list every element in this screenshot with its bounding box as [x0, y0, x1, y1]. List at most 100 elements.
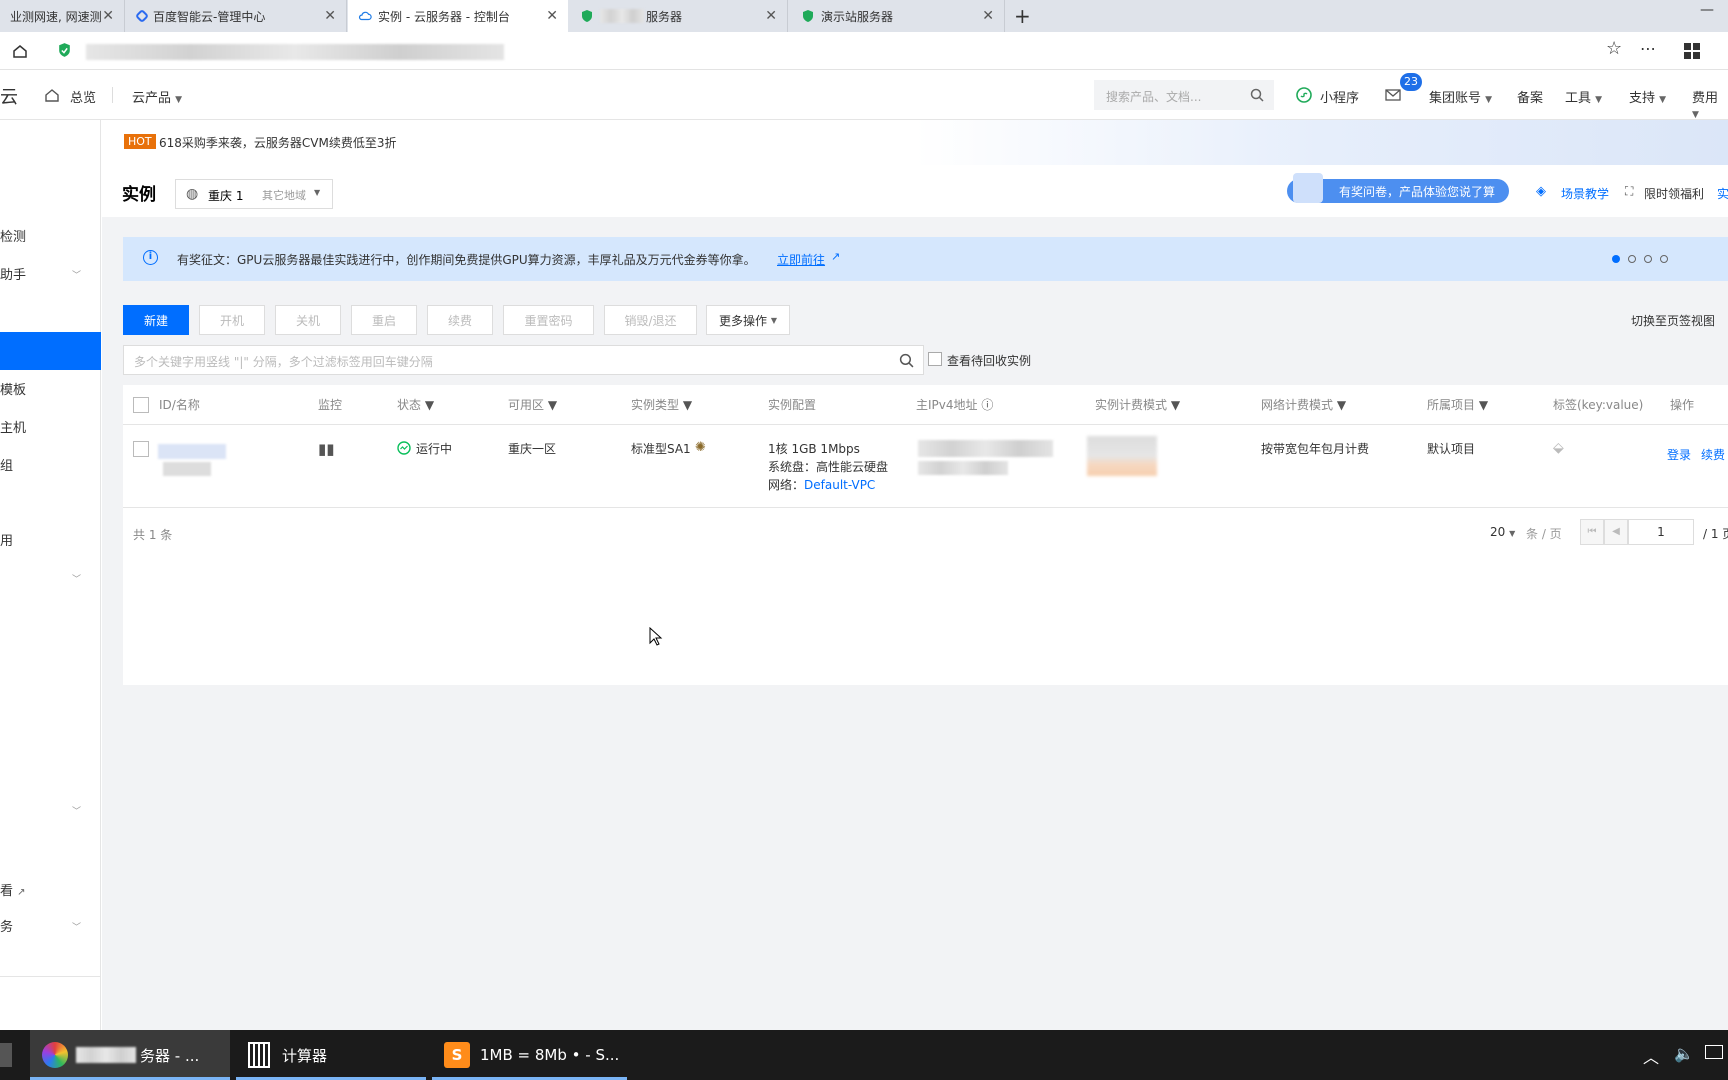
url-field[interactable]: [86, 44, 504, 60]
sidebar-item[interactable]: 模板: [0, 379, 26, 398]
sidebar-item[interactable]: 助手: [0, 264, 26, 283]
close-icon[interactable]: ✕: [324, 8, 336, 24]
chevron-down-icon[interactable]: ﹀: [72, 920, 81, 933]
column-header[interactable]: 所属项目 ▼: [1427, 396, 1488, 413]
sidebar-item[interactable]: 检测: [0, 226, 26, 245]
mail-icon[interactable]: [1385, 89, 1401, 101]
nav-billing[interactable]: 费用 ▼: [1692, 87, 1728, 121]
column-header[interactable]: 状态 ▼: [397, 396, 434, 413]
carousel-dot[interactable]: [1628, 255, 1636, 263]
shutdown-button[interactable]: 关机: [275, 305, 341, 335]
sidebar-item[interactable]: 主机: [0, 417, 26, 436]
carousel-dot-active[interactable]: [1612, 255, 1620, 263]
chevron-down-icon[interactable]: ﹀: [72, 804, 81, 817]
destroy-button[interactable]: 销毁/退还: [604, 305, 697, 335]
nav-cloud-products[interactable]: 云产品 ▼: [132, 87, 182, 106]
carousel-dot[interactable]: [1660, 255, 1668, 263]
home-icon[interactable]: [12, 43, 28, 59]
scene-teaching-link[interactable]: 场景教学: [1561, 185, 1609, 202]
browser-tab-active[interactable]: 实例 - 云服务器 - 控制台 ✕: [348, 0, 568, 32]
renew-link[interactable]: 续费: [1701, 446, 1725, 463]
sidebar-item[interactable]: 用: [0, 530, 13, 549]
shield-icon[interactable]: [57, 42, 72, 59]
new-instance-button[interactable]: 新建: [123, 305, 189, 335]
search-icon[interactable]: [1250, 88, 1264, 102]
chevron-down-icon[interactable]: ﹀: [72, 572, 81, 585]
column-header[interactable]: 实例类型 ▼: [631, 396, 692, 413]
brand-logo[interactable]: 云: [0, 83, 18, 109]
notice-link[interactable]: 立即前往: [777, 251, 825, 268]
search-input[interactable]: 搜索产品、文档...: [1094, 80, 1274, 110]
close-icon[interactable]: ✕: [102, 8, 114, 24]
sidebar-item[interactable]: 务: [0, 916, 13, 935]
column-header[interactable]: 网络计费模式 ▼: [1261, 396, 1346, 413]
network-icon[interactable]: [1705, 1045, 1723, 1059]
column-header[interactable]: ID/名称: [159, 396, 200, 413]
restart-button[interactable]: 重启: [351, 305, 417, 335]
reset-password-button[interactable]: 重置密码: [503, 305, 594, 335]
close-icon[interactable]: ✕: [546, 8, 558, 24]
browser-tab[interactable]: 百度智能云-管理中心 ✕: [125, 0, 347, 32]
first-page-button[interactable]: ⏮: [1580, 519, 1604, 545]
sidebar-item[interactable]: 组: [0, 455, 13, 474]
browser-tab[interactable]: 业测网速, 网速测 ✕: [0, 0, 125, 32]
more-actions-button[interactable]: 更多操作 ▼: [706, 305, 790, 335]
filter-input[interactable]: 多个关键字用竖线 "|" 分隔，多个过滤标签用回车键分隔: [123, 345, 924, 375]
chevron-down-icon[interactable]: ﹀: [72, 268, 81, 281]
page-size-select[interactable]: 20 ▼: [1490, 525, 1515, 539]
chevron-up-icon[interactable]: ︿: [1643, 1044, 1659, 1068]
taskbar-app-browser[interactable]: 务器 - ...: [30, 1030, 230, 1080]
nav-mini-program[interactable]: 小程序: [1320, 87, 1359, 106]
column-header[interactable]: 实例计费模式 ▼: [1095, 396, 1180, 413]
filter-icon[interactable]: ▼: [548, 398, 557, 412]
start-button[interactable]: [0, 1043, 12, 1067]
more-icon[interactable]: ⋯: [1640, 39, 1656, 58]
region-selector[interactable]: ◍ 重庆 1 其它地域 ▼: [175, 179, 333, 209]
nav-overview[interactable]: 总览: [70, 87, 96, 106]
vpc-link[interactable]: Default-VPC: [804, 478, 875, 492]
promo-text[interactable]: 618采购季来袭，云服务器CVM续费低至3折: [159, 134, 396, 151]
instance-id-link[interactable]: [158, 444, 226, 459]
prev-page-button[interactable]: ◀: [1604, 519, 1628, 545]
switch-tab-view-link[interactable]: 切换至页签视图: [1631, 312, 1715, 329]
limited-benefit-link[interactable]: 限时领福利: [1644, 185, 1704, 202]
monitor-chart-icon[interactable]: ▮▮: [318, 440, 335, 458]
volume-icon[interactable]: 🔈: [1674, 1044, 1694, 1063]
login-link[interactable]: 登录: [1667, 446, 1691, 463]
extensions-icon[interactable]: [1684, 43, 1700, 59]
start-button[interactable]: 开机: [199, 305, 265, 335]
browser-tab[interactable]: 演示站服务器 ✕: [789, 0, 1005, 32]
page-number-input[interactable]: 1: [1628, 519, 1694, 545]
recycle-checkbox[interactable]: [928, 352, 942, 366]
promo-banner[interactable]: HOT 618采购季来袭，云服务器CVM续费低至3折: [102, 120, 1728, 165]
filter-icon[interactable]: ▼: [683, 398, 692, 412]
renew-button[interactable]: 续费: [427, 305, 493, 335]
new-tab-button[interactable]: +: [1014, 4, 1031, 28]
nav-support[interactable]: 支持 ▼: [1629, 87, 1666, 106]
sidebar-item[interactable]: 看 ↗: [0, 880, 26, 899]
tag-icon[interactable]: ⬙: [1553, 440, 1564, 456]
taskbar-app-sublime[interactable]: S 1MB = 8Mb • - S...: [432, 1030, 627, 1080]
close-icon[interactable]: ✕: [765, 8, 777, 24]
close-icon[interactable]: ✕: [982, 8, 994, 24]
filter-icon[interactable]: ▼: [1171, 398, 1180, 412]
browser-tab[interactable]: 服务器 ✕: [568, 0, 788, 32]
filter-icon[interactable]: ▼: [1337, 398, 1346, 412]
column-header[interactable]: 可用区 ▼: [508, 396, 557, 413]
nav-record[interactable]: 备案: [1517, 87, 1543, 106]
row-checkbox[interactable]: [133, 441, 149, 457]
filter-icon[interactable]: ▼: [1479, 398, 1488, 412]
select-all-checkbox[interactable]: [133, 397, 149, 413]
star-icon[interactable]: ☆: [1606, 38, 1622, 59]
truncated-link[interactable]: 实: [1717, 185, 1728, 202]
carousel-dot[interactable]: [1644, 255, 1652, 263]
sidebar-item-active[interactable]: [0, 332, 101, 370]
filter-icon[interactable]: ▼: [425, 398, 434, 412]
taskbar-app-calculator[interactable]: 计算器: [236, 1030, 426, 1080]
recycle-label[interactable]: 查看待回收实例: [947, 352, 1031, 369]
nav-tools[interactable]: 工具 ▼: [1565, 87, 1602, 106]
info-icon[interactable]: ⓘ: [981, 398, 993, 412]
search-icon[interactable]: [899, 353, 914, 368]
minimize-icon[interactable]: —: [1700, 2, 1714, 18]
nav-group-account[interactable]: 集团账号 ▼: [1429, 87, 1492, 106]
